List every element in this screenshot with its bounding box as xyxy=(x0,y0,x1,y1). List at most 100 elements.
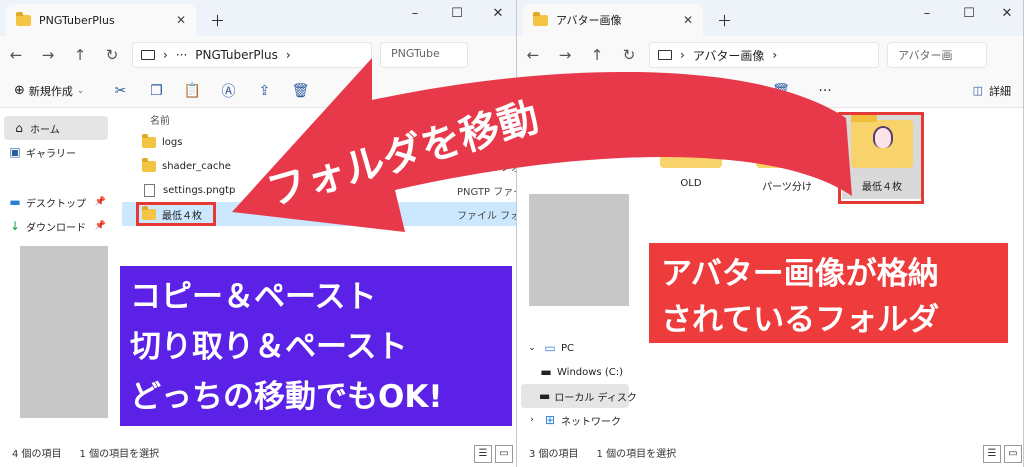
back-icon[interactable]: ← xyxy=(0,46,32,64)
maximize-icon[interactable]: ☐ xyxy=(959,6,979,21)
command-bar: ⊕ 新規作成 ⌄ ✂ ❐ 📋 Ⓐ ⇪ 🗑 xyxy=(0,74,516,108)
delete-icon[interactable]: 🗑 xyxy=(282,83,318,99)
more-icon[interactable]: ··· xyxy=(807,83,843,99)
folder-icon xyxy=(533,11,548,26)
forward-icon[interactable]: → xyxy=(32,46,64,64)
file-row-logs[interactable]: logs xyxy=(122,130,516,154)
explorer-window-avatar-images: アバター画像 ✕ ＋ – ☐ ✕ ← → ↑ ↻ › アバター画像 › アバター… xyxy=(517,0,1024,467)
pc-icon xyxy=(658,50,672,60)
tab-label: PNGTuberPlus xyxy=(39,13,115,27)
tab-avatar-images[interactable]: アバター画像 ✕ xyxy=(523,4,703,36)
copy-icon[interactable]: ❐ xyxy=(138,83,174,99)
pin-icon: 📌 xyxy=(94,221,106,231)
details-pane-icon: ◫ xyxy=(972,84,983,97)
callout-copy-paste: コピー＆ペースト 切り取り＆ペースト どっちの移動でもOK! xyxy=(120,266,512,426)
sidebar-item-label: PC xyxy=(561,342,575,354)
sidebar-item-local-disk[interactable]: ▬ ローカル ディスク xyxy=(521,384,637,408)
sidebar-item-windows-c[interactable]: ▬ Windows (C:) xyxy=(517,360,629,384)
chevron-right-icon: › xyxy=(530,415,534,425)
up-icon[interactable]: ↑ xyxy=(64,46,96,64)
item-count: 3 個の項目 xyxy=(529,448,579,460)
search-input[interactable]: アバター画 xyxy=(887,42,987,68)
details-button-label: 詳細 xyxy=(989,84,1011,98)
folder-tile-old[interactable]: OLD xyxy=(651,113,731,189)
file-row-shader-cache[interactable]: shader_cache ファイル フォルダー xyxy=(122,154,516,178)
more-icon: ··· xyxy=(175,48,188,62)
folder-tile-parts[interactable]: パーツ分け xyxy=(747,113,827,193)
sidebar-item-label: Windows (C:) xyxy=(557,366,623,378)
minimize-icon[interactable]: – xyxy=(405,6,425,21)
search-input[interactable]: PNGTube xyxy=(380,42,468,68)
window-close-icon[interactable]: ✕ xyxy=(488,6,508,21)
selected-count: 1 個の項目を選択 xyxy=(596,448,677,460)
file-type: PNGTP ファイル xyxy=(457,186,516,198)
back-icon[interactable]: ← xyxy=(517,46,549,64)
forward-icon[interactable]: → xyxy=(549,46,581,64)
titlebar: PNGTuberPlus ✕ ＋ – ☐ ✕ xyxy=(0,0,516,36)
file-type: ファイル フォルダー xyxy=(457,210,516,222)
file-row-settings[interactable]: settings.pngtp PNGTP ファイル xyxy=(122,178,516,202)
details-view-icon[interactable]: ☰ xyxy=(474,445,492,463)
close-icon[interactable]: ✕ xyxy=(683,13,693,27)
sidebar-item-label: ギャラリー xyxy=(26,148,76,160)
minimize-icon[interactable]: – xyxy=(917,6,937,21)
details-button[interactable]: ◫ 詳細 xyxy=(973,83,1011,99)
pc-icon xyxy=(141,50,155,60)
paste-icon[interactable]: 📋 xyxy=(174,83,210,99)
breadcrumb[interactable]: › アバター画像 › xyxy=(649,42,879,68)
tab-pngtuberplus[interactable]: PNGTuberPlus ✕ xyxy=(6,4,196,36)
sidebar-item-downloads[interactable]: ↓ ダウンロード 📌 xyxy=(0,214,112,238)
breadcrumb-item[interactable]: PNGTuberPlus xyxy=(195,48,278,62)
share-icon[interactable]: ⇪ xyxy=(727,83,763,99)
download-icon: ↓ xyxy=(9,219,21,233)
column-header-name[interactable]: 名前 xyxy=(122,108,516,130)
sidebar-item-label: ダウンロード xyxy=(26,222,86,234)
callout-line: 切り取り＆ペースト xyxy=(130,329,408,365)
details-view-icon[interactable]: ☰ xyxy=(983,445,1001,463)
callout-line: コピー＆ペースト xyxy=(130,279,377,315)
up-icon[interactable]: ↑ xyxy=(581,46,613,64)
sidebar-item-network[interactable]: › ⊞ ネットワーク xyxy=(517,408,629,432)
cut-icon[interactable]: ✂ xyxy=(102,83,138,99)
callout-line: アバター画像が格納 xyxy=(661,256,939,292)
tiles-view-icon[interactable]: ▭ xyxy=(1004,445,1022,463)
item-count: 4 個の項目 xyxy=(12,448,62,460)
folder-icon xyxy=(756,113,818,168)
delete-icon[interactable]: 🗑 xyxy=(763,83,799,99)
chevron-right-icon: › xyxy=(772,48,778,62)
titlebar: アバター画像 ✕ ＋ – ☐ ✕ xyxy=(517,0,1023,36)
maximize-icon[interactable]: ☐ xyxy=(447,6,467,21)
tiles-view-icon[interactable]: ▭ xyxy=(495,445,513,463)
sidebar-item-label: ネットワーク xyxy=(561,416,621,428)
file-name: settings.pngtp xyxy=(163,184,236,196)
breadcrumb[interactable]: › ··· PNGTuberPlus › xyxy=(132,42,372,68)
file-name: logs xyxy=(162,136,183,148)
refresh-icon[interactable]: ↻ xyxy=(96,46,128,64)
folder-name: パーツ分け xyxy=(762,182,812,193)
rename-icon[interactable]: Ⓐ xyxy=(210,81,246,101)
share-icon[interactable]: ⇪ xyxy=(246,83,282,99)
sidebar-item-desktop[interactable]: ▬ デスクトップ 📌 xyxy=(0,190,112,214)
chevron-down-icon: ⌄ xyxy=(76,85,85,96)
highlight-box-source xyxy=(136,202,216,226)
folder-icon xyxy=(142,133,156,148)
new-tab-icon[interactable]: ＋ xyxy=(717,10,732,31)
new-tab-icon[interactable]: ＋ xyxy=(210,10,225,31)
document-icon xyxy=(144,183,155,197)
home-icon: ⌂ xyxy=(15,121,23,135)
highlight-box-target xyxy=(838,112,924,204)
new-button[interactable]: ⊕ 新規作成 ⌄ xyxy=(0,83,84,99)
sidebar-item-pc[interactable]: ⌄ ▭ PC xyxy=(517,336,629,360)
folder-name: OLD xyxy=(680,178,702,189)
breadcrumb-item[interactable]: アバター画像 xyxy=(693,47,765,64)
chevron-down-icon: ⌄ xyxy=(528,343,536,353)
close-icon[interactable]: ✕ xyxy=(176,13,186,27)
sidebar-item-home[interactable]: ⌂ ホーム xyxy=(4,116,108,140)
sidebar-item-label: デスクトップ xyxy=(26,198,86,210)
command-bar: ⇪ 🗑 ··· ◫ 詳細 xyxy=(517,74,1023,108)
refresh-icon[interactable]: ↻ xyxy=(613,46,645,64)
callout-line: どっちの移動でもOK! xyxy=(130,379,443,415)
sidebar-item-gallery[interactable]: ▣ ギャラリー xyxy=(0,140,112,164)
window-close-icon[interactable]: ✕ xyxy=(997,6,1017,21)
callout-line: されているフォルダ xyxy=(661,302,940,338)
